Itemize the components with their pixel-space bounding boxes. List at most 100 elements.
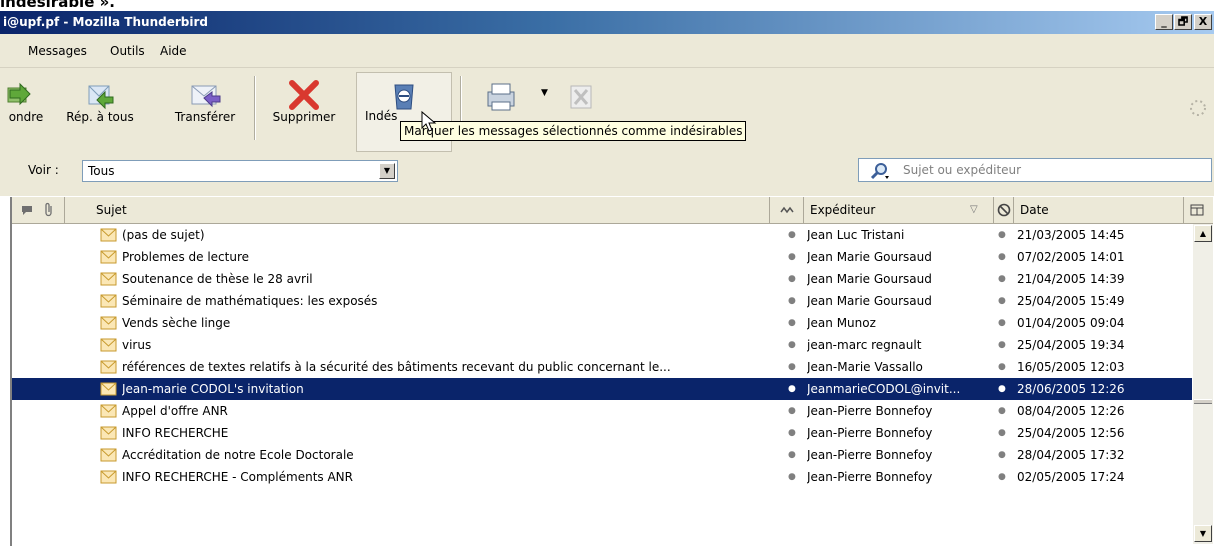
message-sender: Jean Marie Goursaud	[807, 294, 932, 308]
print-icon[interactable]	[482, 80, 522, 112]
envelope-icon	[100, 382, 117, 396]
envelope-icon	[100, 448, 117, 462]
message-subject: Appel d'offre ANR	[122, 404, 228, 418]
column-picker[interactable]	[1184, 197, 1213, 223]
junk-status-dot[interactable]: ●	[998, 290, 1006, 312]
scrollbar[interactable]: ▲ ▼	[1193, 224, 1213, 544]
junk-status-dot[interactable]: ●	[998, 312, 1006, 334]
scroll-down-button[interactable]: ▼	[1194, 525, 1212, 542]
attachment-icon	[45, 202, 52, 217]
message-row[interactable]: Séminaire de mathématiques: les exposés ●…	[12, 290, 1192, 312]
tooltip: Marquer les messages sélectionnés comme …	[400, 121, 747, 141]
minimize-button[interactable]: _	[1155, 14, 1173, 30]
menu-outils[interactable]: Outils	[110, 43, 145, 59]
search-icon	[870, 163, 889, 180]
junk-status-dot[interactable]: ●	[998, 400, 1006, 422]
message-row[interactable]: Problemes de lecture ● Jean Marie Goursaud…	[12, 246, 1192, 268]
message-sender: Jean Munoz	[807, 316, 876, 330]
column-picker-icon	[1190, 204, 1204, 216]
message-sender: Jean Marie Goursaud	[807, 272, 932, 286]
message-row[interactable]: Appel d'offre ANR ● Jean-Pierre Bonnefoy ● 0…	[12, 400, 1192, 422]
envelope-icon	[100, 360, 117, 374]
message-sender: Jean-Marie Vassallo	[807, 360, 923, 374]
junk-status-dot[interactable]: ●	[998, 422, 1006, 444]
chevron-down-icon[interactable]: ▼	[541, 88, 548, 98]
read-status-dot[interactable]: ●	[788, 268, 796, 290]
sender-header-label: Expéditeur	[810, 203, 876, 217]
junk-status-dot[interactable]: ●	[998, 466, 1006, 488]
view-label: Voir :	[28, 163, 59, 177]
maximize-button[interactable]: 🗗	[1174, 14, 1192, 30]
scroll-thumb[interactable]	[1194, 399, 1212, 404]
junk-status-dot[interactable]: ●	[998, 356, 1006, 378]
reply-icon	[7, 82, 31, 106]
read-status-dot[interactable]: ●	[788, 466, 796, 488]
date-column-header[interactable]: Date	[1014, 197, 1184, 223]
message-subject: Accréditation de notre Ecole Doctorale	[122, 448, 354, 462]
message-row[interactable]: INFO RECHERCHE ● Jean-Pierre Bonnefoy ● 25/0…	[12, 422, 1192, 444]
envelope-icon	[100, 228, 117, 242]
message-sender: Jean Marie Goursaud	[807, 250, 932, 264]
read-status-dot[interactable]: ●	[788, 422, 796, 444]
read-status-dot[interactable]: ●	[788, 312, 796, 334]
message-date: 28/06/2005 12:26	[1017, 382, 1125, 396]
read-status-icon	[780, 206, 794, 214]
message-row[interactable]: Accréditation de notre Ecole Doctorale ● J…	[12, 444, 1192, 466]
envelope-icon	[100, 250, 117, 264]
thread-column-header[interactable]	[12, 197, 65, 223]
message-subject: Vends sèche linge	[122, 316, 231, 330]
junk-status-dot[interactable]: ●	[998, 268, 1006, 290]
view-select[interactable]: Tous ▼	[82, 160, 398, 182]
message-row[interactable]: (pas de sujet) ● Jean Luc Tristani ● 21/03/2…	[12, 224, 1192, 246]
menu-messages[interactable]: Messages	[28, 43, 87, 59]
delete-button[interactable]: Supprimer	[258, 72, 350, 152]
junk-status-dot[interactable]: ●	[998, 444, 1006, 466]
message-row[interactable]: Vends sèche linge ● Jean Munoz ● 01/04/2005 …	[12, 312, 1192, 334]
read-status-dot[interactable]: ●	[788, 246, 796, 268]
read-status-dot[interactable]: ●	[788, 356, 796, 378]
message-subject: Jean-marie CODOL's invitation	[122, 382, 304, 396]
read-status-dot[interactable]: ●	[788, 224, 796, 246]
message-subject: (pas de sujet)	[122, 228, 205, 242]
forward-icon	[191, 85, 221, 108]
read-status-dot[interactable]: ●	[788, 378, 796, 400]
scroll-up-button[interactable]: ▲	[1194, 225, 1212, 242]
message-date: 08/04/2005 12:26	[1017, 404, 1125, 418]
message-sender: Jean-Pierre Bonnefoy	[807, 448, 933, 462]
junk-column-header[interactable]	[994, 197, 1014, 223]
message-row[interactable]: Jean-marie CODOL's invitation ● JeanmarieC…	[12, 378, 1192, 400]
menu-aide[interactable]: Aide	[160, 43, 187, 59]
read-status-dot[interactable]: ●	[788, 400, 796, 422]
forward-button[interactable]: Transférer	[165, 72, 245, 152]
message-sender: Jean-Pierre Bonnefoy	[807, 470, 933, 484]
junk-status-dot[interactable]: ●	[998, 378, 1006, 400]
cursor-icon	[421, 110, 437, 132]
message-row[interactable]: Soutenance de thèse le 28 avril ● Jean Mar…	[12, 268, 1192, 290]
chevron-down-icon[interactable]: ▼	[379, 163, 395, 179]
message-date: 25/04/2005 12:56	[1017, 426, 1125, 440]
search-input[interactable]: Sujet ou expéditeur	[858, 158, 1212, 182]
delete-icon	[289, 80, 319, 110]
junk-status-dot[interactable]: ●	[998, 224, 1006, 246]
message-subject: Soutenance de thèse le 28 avril	[122, 272, 313, 286]
read-status-dot[interactable]: ●	[788, 444, 796, 466]
message-date: 28/04/2005 17:32	[1017, 448, 1125, 462]
reply-all-button[interactable]: Rép. à tous	[60, 72, 140, 152]
message-row[interactable]: INFO RECHERCHE - Compléments ANR ● Jean-Pi…	[12, 466, 1192, 488]
read-status-dot[interactable]: ●	[788, 290, 796, 312]
reply-button[interactable]: ondre	[0, 72, 52, 152]
close-button[interactable]: X	[1194, 14, 1212, 30]
thread-pane: Sujet Expéditeur ▽ Date (pas de sujet) ● J…	[10, 197, 1214, 546]
toolbar: ondre Rép. à tous Transférer Supprimer I…	[0, 68, 1214, 158]
read-column-header[interactable]	[770, 197, 804, 223]
junk-status-dot[interactable]: ●	[998, 246, 1006, 268]
message-subject: Séminaire de mathématiques: les exposés	[122, 294, 378, 308]
read-status-dot[interactable]: ●	[788, 334, 796, 356]
envelope-icon	[100, 316, 117, 330]
message-row[interactable]: virus ● jean-marc regnault ● 25/04/2005 19:3…	[12, 334, 1192, 356]
sender-column-header[interactable]: Expéditeur ▽	[804, 197, 994, 223]
message-date: 25/04/2005 15:49	[1017, 294, 1125, 308]
junk-status-dot[interactable]: ●	[998, 334, 1006, 356]
message-row[interactable]: références de textes relatifs à la sécur…	[12, 356, 1192, 378]
subject-column-header[interactable]: Sujet	[90, 197, 770, 223]
